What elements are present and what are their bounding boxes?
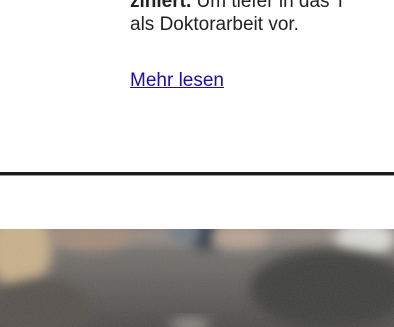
excerpt-text: Um tiefer in das T (191, 0, 347, 12)
article-excerpt: ziniert. Um tiefer in das T als Doktorar… (130, 0, 394, 36)
article-image (0, 229, 394, 327)
read-more-link[interactable]: Mehr lesen (130, 69, 224, 92)
page: ziniert. Um tiefer in das T als Doktorar… (0, 0, 394, 327)
excerpt-line-1: ziniert. Um tiefer in das T (130, 0, 394, 13)
excerpt-line-2: als Doktorarbeit vor. (130, 14, 299, 35)
excerpt-bold-text: ziniert. (130, 0, 192, 12)
article-image-graphic (0, 229, 394, 327)
section-divider-shadow (0, 175, 394, 176)
